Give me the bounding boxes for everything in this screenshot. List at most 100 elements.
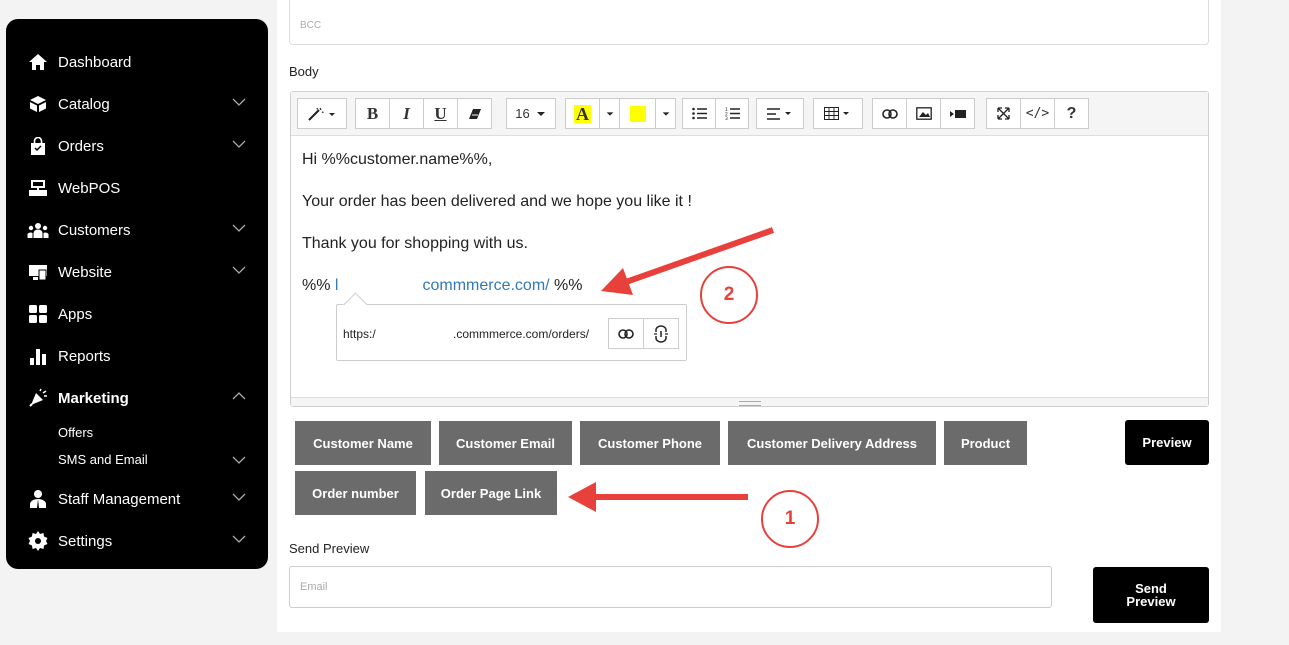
bar-chart-icon [27, 347, 49, 365]
image-icon [915, 107, 932, 120]
paragraph-align-dropdown[interactable] [756, 98, 804, 129]
edit-link-button[interactable] [608, 318, 644, 349]
send-preview-button[interactable]: Send Preview [1093, 567, 1209, 623]
help-icon: ? [1066, 104, 1077, 122]
italic-button[interactable]: I [389, 98, 424, 129]
bullet-list-button[interactable] [682, 98, 716, 129]
text-color-button[interactable]: A [565, 98, 600, 129]
editor-link[interactable]: commmerce.com/ [422, 277, 549, 294]
video-icon [949, 109, 966, 118]
chevron-up-icon [232, 392, 246, 400]
editor-toolbar: B I U 16 A 1 2 3 </> ? [291, 92, 1208, 136]
sidebar-item-website[interactable]: Website [6, 251, 268, 293]
numbered-list-icon: 123 [725, 107, 740, 120]
sidebar-item-orders[interactable]: Orders [6, 125, 268, 167]
sidebar-item-dashboard[interactable]: Dashboard [6, 41, 268, 83]
placeholder-order-page-link-button[interactable]: Order Page Link [425, 471, 557, 515]
chevron-down-icon [232, 140, 246, 148]
caret-down-icon [606, 111, 613, 116]
sidebar-item-label: Catalog [58, 95, 110, 113]
insert-link-button[interactable] [872, 98, 907, 129]
home-icon [27, 53, 49, 71]
table-dropdown[interactable] [813, 98, 863, 129]
sidebar-subitem-sms-email[interactable]: SMS and Email [6, 446, 268, 473]
preview-email-input[interactable] [289, 566, 1052, 608]
staff-icon [27, 490, 49, 508]
code-view-button[interactable]: </> [1020, 98, 1055, 129]
sidebar-item-settings[interactable]: Settings [6, 520, 268, 562]
numbered-list-button[interactable]: 123 [715, 98, 749, 129]
fullscreen-button[interactable] [986, 98, 1021, 129]
editor-line: Thank you for shopping with us. [302, 235, 528, 252]
svg-text:3: 3 [725, 116, 728, 120]
highlight-swatch [629, 105, 646, 122]
link-icon [881, 108, 898, 119]
font-size-dropdown[interactable]: 16 [506, 98, 556, 129]
chevron-down-icon [232, 535, 246, 543]
sidebar-item-label: Marketing [58, 389, 129, 407]
chevron-down-icon [232, 98, 246, 106]
sidebar-item-marketing[interactable]: Marketing [6, 377, 268, 419]
help-button[interactable]: ? [1054, 98, 1089, 129]
link-popover: https:/ .commmerce.com/orders/ [336, 304, 687, 361]
placeholder-order-number-button[interactable]: Order number [295, 471, 416, 515]
editor-resize-handle[interactable] [291, 397, 1208, 406]
highlight-color-button[interactable] [619, 98, 656, 129]
table-icon [824, 106, 849, 120]
insert-image-button[interactable] [906, 98, 941, 129]
editor-text: %% [549, 277, 583, 294]
highlight-color-dropdown[interactable] [655, 98, 676, 129]
sidebar-item-label: WebPOS [58, 179, 121, 197]
editor-text: %% [302, 277, 335, 294]
link-popover-url[interactable]: https:/ [343, 327, 376, 341]
page: Dashboard Catalog Orders WebPOS Customer… [0, 0, 1289, 645]
placeholder-customer-email-button[interactable]: Customer Email [439, 421, 572, 465]
sidebar-item-label: Website [58, 263, 112, 281]
placeholder-customer-name-button[interactable]: Customer Name [295, 421, 431, 465]
placeholder-product-button[interactable]: Product [944, 421, 1027, 465]
sidebar-subitem-label: Offers [58, 425, 94, 440]
unlink-icon [654, 324, 668, 343]
fullscreen-icon [997, 107, 1010, 120]
style-dropdown-button[interactable] [297, 98, 347, 129]
sidebar-item-staff-management[interactable]: Staff Management [6, 478, 268, 520]
placeholder-customer-phone-button[interactable]: Customer Phone [580, 421, 720, 465]
sidebar-item-reports[interactable]: Reports [6, 335, 268, 377]
magic-wand-icon [308, 107, 335, 121]
unlink-button[interactable] [643, 318, 679, 349]
code-view-icon: </> [1025, 106, 1050, 121]
placeholder-delivery-address-button[interactable]: Customer Delivery Address [728, 421, 936, 465]
sidebar-item-label: Reports [58, 347, 111, 365]
sidebar-item-customers[interactable]: Customers [6, 209, 268, 251]
sidebar-item-apps[interactable]: Apps [6, 293, 268, 335]
editor-link-start[interactable]: l [335, 277, 339, 294]
align-left-icon [767, 107, 791, 120]
clear-format-button[interactable] [457, 98, 492, 129]
sidebar-subitem-label: SMS and Email [58, 452, 148, 467]
chevron-down-icon [232, 266, 246, 274]
chevron-down-icon [232, 224, 246, 232]
editor-line: Hi %%customer.name%%, [302, 151, 493, 168]
sidebar-item-label: Customers [58, 221, 131, 239]
preview-button[interactable]: Preview [1125, 420, 1209, 465]
text-color-dropdown[interactable] [599, 98, 620, 129]
sidebar-item-label: Settings [58, 532, 113, 550]
bcc-input[interactable]: BCC [289, 0, 1209, 45]
gear-icon [27, 531, 49, 551]
sidebar-subitem-offers[interactable]: Offers [6, 419, 268, 446]
sidebar-item-webpos[interactable]: WebPOS [6, 167, 268, 209]
font-size-value: 16 [515, 106, 530, 121]
shopping-bag-icon [27, 136, 49, 155]
body-label: Body [289, 64, 319, 79]
annotation-circle-2: 2 [700, 266, 758, 324]
bcc-placeholder: BCC [300, 20, 322, 31]
sidebar-item-label: Staff Management [58, 490, 181, 508]
sidebar-item-catalog[interactable]: Catalog [6, 83, 268, 125]
eraser-icon [468, 108, 481, 119]
underline-button[interactable]: U [423, 98, 458, 129]
link-popover-url-rest[interactable]: .commmerce.com/orders/ [453, 327, 589, 341]
pos-register-icon [27, 179, 49, 197]
right-strip [1221, 10, 1289, 632]
bold-button[interactable]: B [355, 98, 390, 129]
insert-video-button[interactable] [940, 98, 975, 129]
